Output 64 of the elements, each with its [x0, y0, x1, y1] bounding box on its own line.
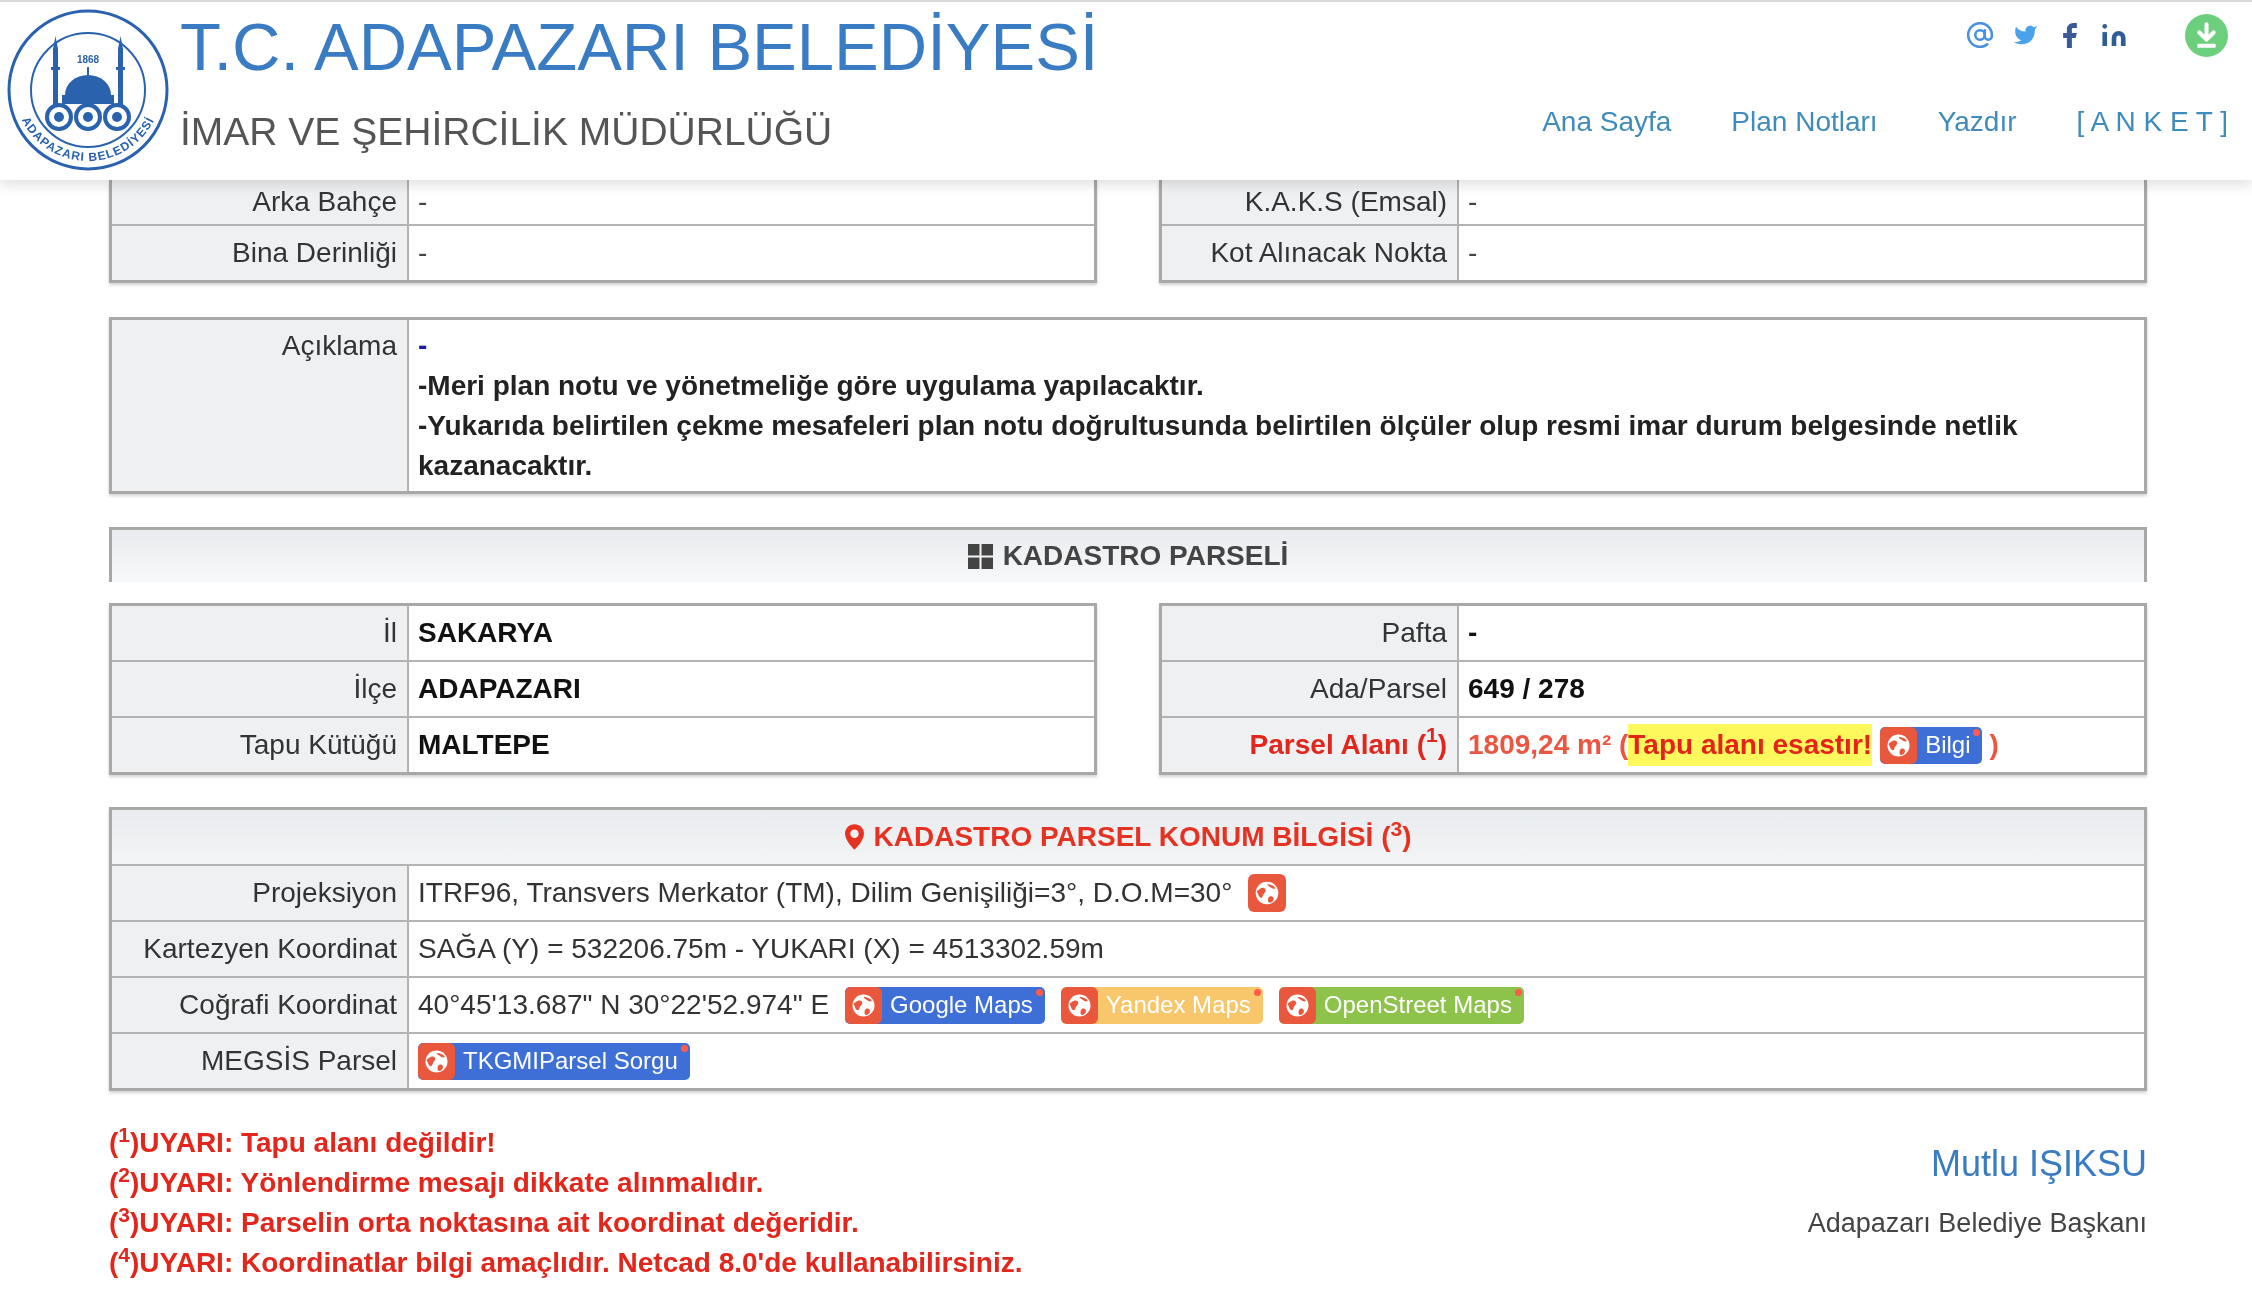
email-icon[interactable] [1967, 22, 1993, 48]
globe-icon [1278, 986, 1316, 1024]
site-title: T.C. ADAPAZARI BELEDİYESİ [180, 13, 1099, 80]
warning-note: ($^{3}$)UYARI: Parselin orta noktasına ait koordinat değeridir. [109, 1203, 860, 1240]
warning-note: ($^{1}$)UYARI: Tapu alanı değildir! [109, 1123, 497, 1160]
download-icon[interactable] [2185, 13, 2228, 57]
section-title: KADASTRO PARSELİ [1002, 539, 1289, 573]
row-value: 40°45'13.687" N 30°22'52.974" E [418, 988, 830, 1022]
signatory-name: Mutlu IŞIKSU [1930, 1144, 2147, 1184]
row-label: Tapu Kütüğü [112, 718, 409, 772]
row-value: - [1468, 616, 1478, 650]
globe-icon [1880, 726, 1918, 764]
nav-link[interactable]: Yazdır [1937, 108, 2017, 136]
description-note: -Meri plan notu ve yönetmeliğe göre uygulama yapılacaktır. [418, 369, 1205, 403]
description-note: -Yukarıda belirtilen çekme mesafeleri plan notu doğrultusunda belirtilen ölçüler olup resmi imar durum belgesinde netlik kazanacaktır. [418, 409, 2019, 483]
link-button[interactable]: TKGMIParsel Sorgu [418, 1042, 690, 1080]
nav-link[interactable]: Plan Notları [1731, 108, 1878, 136]
warning-note: ($^{4}$)UYARI: Koordinatlar bilgi amaçlıdır. Netcad 8.0'de kullanabilirsiniz. [109, 1243, 1023, 1280]
emblem-year: 1868 [76, 54, 100, 65]
row-value: ITRF96, Transvers Merkator (TM), Dilim Genişiliği=3°, D.O.M=30° [418, 876, 1233, 910]
row-label: Projeksiyon [112, 866, 409, 920]
nav-link[interactable]: [ A N K E T ] [2076, 108, 2228, 136]
row-value: - [1468, 236, 1478, 270]
row-value: - [418, 236, 428, 270]
row-label: Arka Bahçe [112, 180, 409, 224]
row-label: Pafta [1162, 606, 1459, 660]
grid-icon [967, 543, 993, 569]
globe-icon [1060, 986, 1098, 1024]
globe-icon [418, 1042, 455, 1080]
row-value: - [1468, 185, 1478, 219]
row-label: Bina Derinliği [112, 226, 409, 280]
row-label: İl [112, 606, 409, 660]
description-dash: - [418, 329, 429, 363]
row-value: SAKARYA [418, 616, 553, 650]
section-title: KADASTRO PARSEL KONUM BİLGİSİ ($^{3}$) [873, 816, 1412, 854]
row-value: 649 / 278 [1468, 672, 1585, 706]
link-button[interactable]: OpenStreet Maps [1278, 986, 1524, 1024]
facebook-icon[interactable] [2063, 22, 2077, 48]
row-label: MEGSİS Parsel [112, 1034, 409, 1088]
linkedin-icon[interactable] [2102, 24, 2126, 46]
site-subtitle: İMAR VE ŞEHİRCİLİK MÜDÜRLÜĞÜ [180, 112, 834, 151]
link-button[interactable]: Google Maps [845, 986, 1045, 1024]
row-label: Açıklama [112, 320, 409, 491]
row-value: - [418, 185, 428, 219]
row-label: Ada/Parsel [1162, 662, 1459, 716]
row-label: Coğrafi Koordinat [112, 978, 409, 1032]
globe-icon [845, 986, 883, 1024]
row-value: SAĞA (Y) = 532206.75m - YUKARI (X) = 4513302.59m [418, 932, 1104, 966]
warning-note: ($^{2}$)UYARI: Yönlendirme mesajı dikkate alınmalıdır. [109, 1163, 765, 1200]
row-label: İlçe [112, 662, 409, 716]
highlighted-note: Tapu alanı esastır! [1628, 724, 1873, 766]
closing-parenthesis: ) [1989, 728, 1999, 762]
row-label: K.A.K.S (Emsal) [1162, 180, 1459, 224]
row-label: Kartezyen Koordinat [112, 922, 409, 976]
row-label: Kot Alınacak Nokta [1162, 226, 1459, 280]
signatory-title: Adapazarı Belediye Başkanı [1807, 1207, 2147, 1240]
link-button[interactable]: Bilgi [1880, 726, 1983, 764]
row-label: Parsel Alanı ($^{1}$) [1162, 718, 1459, 772]
map-pin-icon [844, 824, 864, 850]
row-value: MALTEPE [418, 728, 550, 762]
twitter-icon[interactable] [2013, 24, 2038, 46]
row-value: ADAPAZARI [418, 672, 581, 706]
globe-icon[interactable] [1248, 874, 1287, 912]
nav-link[interactable]: Ana Sayfa [1542, 108, 1672, 136]
